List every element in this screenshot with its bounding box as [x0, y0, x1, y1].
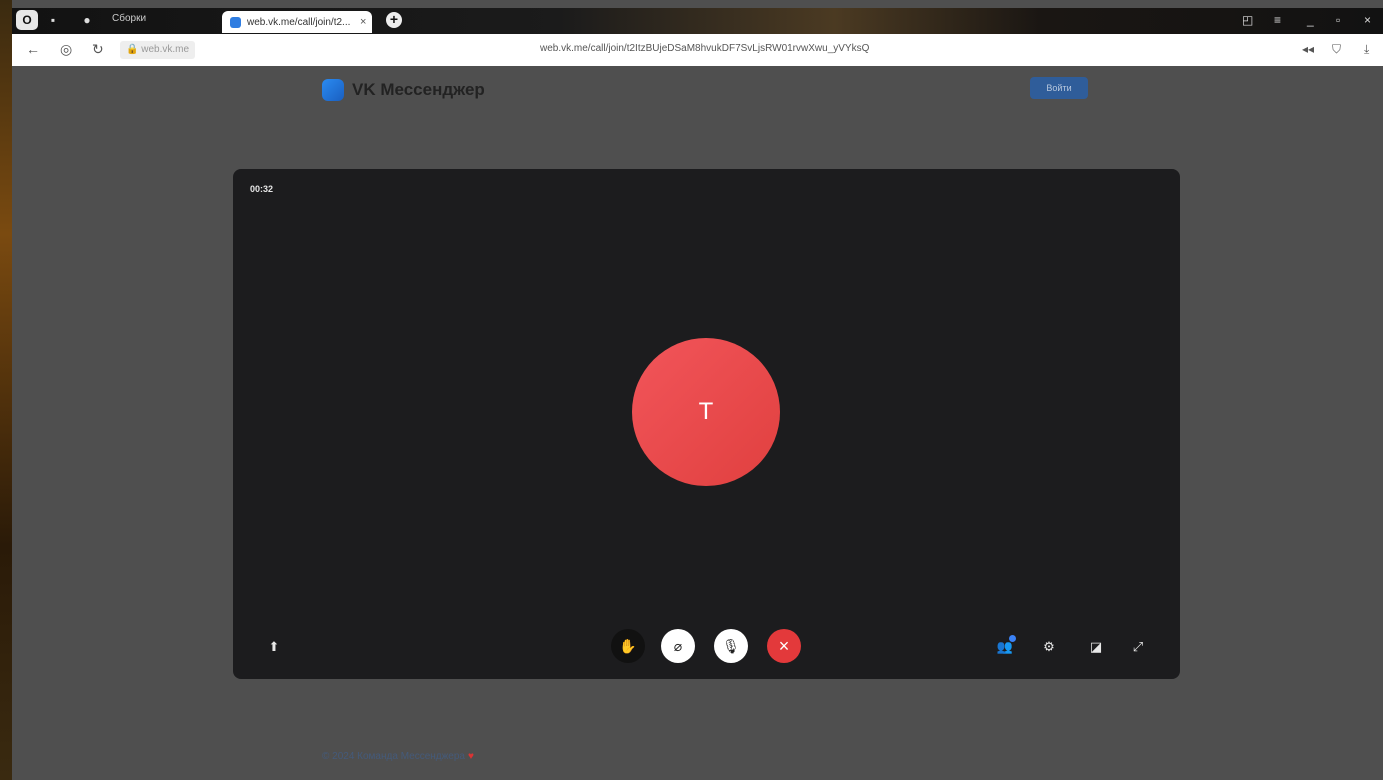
camera-toggle-button[interactable]: ⌀ — [661, 629, 695, 663]
participant-avatar: T — [632, 338, 780, 486]
microphone-off-icon: 🎙 — [722, 637, 740, 654]
new-tab-icon[interactable]: + — [386, 12, 402, 28]
heart-icon: ♥ — [468, 751, 474, 762]
participants-button[interactable]: 👥 — [996, 635, 1016, 656]
desktop-edge — [0, 0, 12, 780]
tab-close-icon[interactable]: × — [360, 16, 372, 28]
close-window-icon[interactable]: × — [1364, 13, 1371, 27]
url-field[interactable]: web.vk.me/call/join/t2ItzBUjeDSaM8hvukDF… — [540, 43, 869, 54]
extensions-icon[interactable]: ⛉ — [1332, 42, 1341, 57]
raise-hand-button[interactable]: ✋ — [611, 629, 645, 663]
screen-share-icon[interactable]: ⬆ — [265, 638, 283, 656]
hand-icon: ✋ — [619, 637, 637, 654]
vpn-icon[interactable]: ◎ — [60, 41, 72, 58]
login-button[interactable]: Войти — [1030, 77, 1088, 99]
browser-tab-bar: O ▪ ● Сборки web.vk.me/call/join/t2... ×… — [12, 8, 1383, 34]
download-icon[interactable]: ⤓ — [1364, 42, 1369, 57]
close-icon: × — [778, 635, 790, 656]
tab-inactive[interactable]: Сборки — [112, 13, 146, 24]
address-bar: ← ◎ ↻ 🔒 web.vk.me web.vk.me/call/join/t2… — [12, 34, 1383, 66]
settings-gear-icon[interactable]: ⚙ — [1040, 638, 1058, 656]
tab-title: web.vk.me/call/join/t2... — [247, 16, 351, 28]
footer-text[interactable]: © 2024 Команда Мессенджера — [322, 751, 465, 762]
microphone-toggle-button[interactable]: 🎙 — [714, 629, 748, 663]
footer: © 2024 Команда Мессенджера ♥ — [322, 751, 474, 762]
call-timer: 00:32 — [250, 184, 274, 194]
layout-icon[interactable]: ◪ — [1087, 638, 1105, 656]
call-window: 00:32 T ⬆ ✋ ⌀ 🎙 × 👥 ⚙ ◪ ⤢ — [233, 169, 1180, 679]
end-call-button[interactable]: × — [767, 629, 801, 663]
maximize-icon[interactable]: ▫ — [1336, 13, 1340, 27]
aria-icon[interactable]: ● — [76, 10, 98, 30]
fullscreen-icon[interactable]: ⤢ — [1129, 638, 1147, 656]
site-chip[interactable]: 🔒 web.vk.me — [120, 41, 196, 59]
vk-logo-icon — [322, 79, 344, 101]
tab-favicon-icon — [230, 16, 241, 28]
brand-logo[interactable]: VK Мессенджер — [322, 79, 485, 101]
workspace-icon[interactable]: ▪ — [42, 10, 64, 30]
camera-off-icon: ⌀ — [673, 637, 683, 654]
brand-name: VK Мессенджер — [352, 80, 485, 99]
tab-active[interactable]: web.vk.me/call/join/t2... × — [222, 11, 372, 33]
snapshot-icon[interactable]: ◰ — [1242, 13, 1253, 27]
menu-icon[interactable]: ≡ — [1274, 13, 1281, 27]
adblock-icon[interactable]: ◂◂ — [1302, 42, 1314, 56]
minimize-icon[interactable]: _ — [1307, 13, 1314, 27]
browser-menu-icon[interactable]: O — [16, 10, 38, 30]
back-icon[interactable]: ← — [26, 41, 40, 57]
reload-icon[interactable]: ↻ — [92, 41, 104, 58]
notification-dot — [1009, 635, 1016, 642]
